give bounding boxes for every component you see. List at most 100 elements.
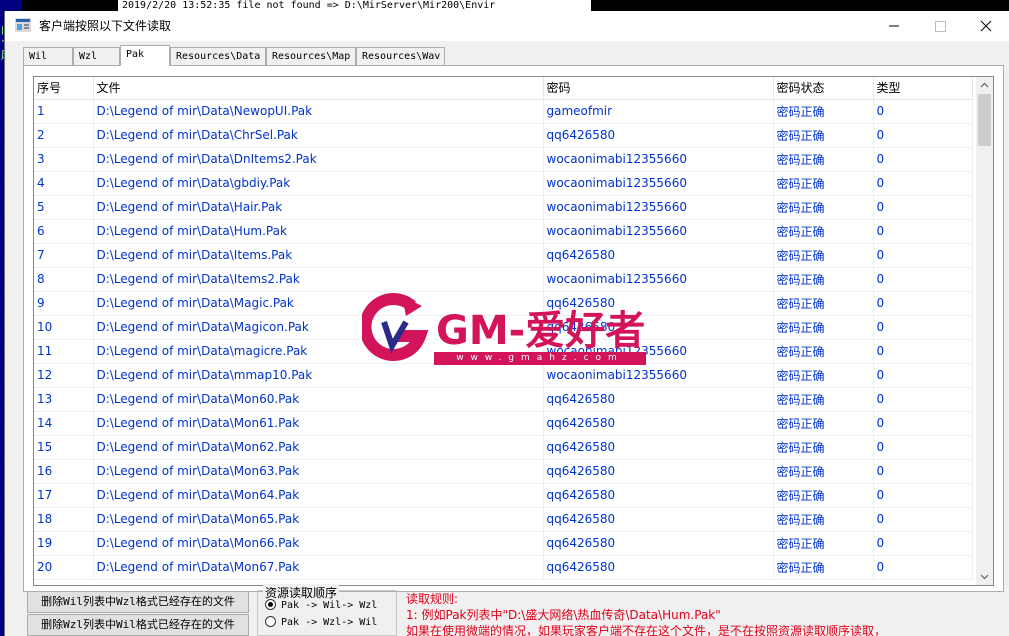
table-row[interactable]: 2 D:\Legend of mir\Data\ChrSel.Pak qq64265… bbox=[34, 123, 973, 148]
cell-password: qq6426580 bbox=[543, 435, 774, 460]
column-header-file[interactable]: 文件 bbox=[93, 77, 544, 100]
cell-index: 13 bbox=[34, 387, 94, 412]
cell-type: 0 bbox=[873, 243, 973, 268]
cell-file: D:\Legend of mir\Data\DnItems2.Pak bbox=[93, 147, 544, 172]
cell-password: qq6426580 bbox=[543, 507, 774, 532]
radio-label: Pak -> Wil-> Wzl bbox=[281, 600, 378, 611]
cell-file: D:\Legend of mir\Data\Items2.Pak bbox=[93, 267, 544, 292]
column-header-password[interactable]: 密码 bbox=[543, 77, 774, 100]
table-row[interactable]: 5 D:\Legend of mir\Data\Hair.Pak wocaonima… bbox=[34, 195, 973, 220]
cell-type: 0 bbox=[873, 555, 973, 580]
watermark-logo-icon bbox=[359, 293, 429, 361]
close-icon bbox=[980, 20, 992, 32]
column-header-type[interactable]: 类型 bbox=[873, 77, 973, 100]
cell-index: 5 bbox=[34, 195, 94, 220]
file-read-window: 客户端按照以下文件读取 Wil Wzl Pak Resources\Data R… bbox=[4, 11, 1009, 636]
cell-type: 0 bbox=[873, 363, 973, 388]
minimize-button[interactable] bbox=[871, 11, 917, 41]
cell-index: 8 bbox=[34, 267, 94, 292]
cell-password: qq6426580 bbox=[543, 411, 774, 436]
title-bar[interactable]: 客户端按照以下文件读取 bbox=[5, 11, 1009, 41]
cell-password-status: 密码正确 bbox=[773, 507, 874, 532]
cell-file: D:\Legend of mir\Data\Mon66.Pak bbox=[93, 531, 544, 556]
cell-password: qq6426580 bbox=[543, 387, 774, 412]
cell-index: 6 bbox=[34, 219, 94, 244]
cell-password: wocaonimabi12355660 bbox=[543, 171, 774, 196]
table-row[interactable]: 14 D:\Legend of mir\Data\Mon61.Pak qq64265… bbox=[34, 411, 973, 436]
delete-wil-duplicates-button[interactable]: 删除Wil列表中Wzl格式已经存在的文件 bbox=[27, 591, 249, 613]
cell-file: D:\Legend of mir\Data\Mon62.Pak bbox=[93, 435, 544, 460]
table-row[interactable]: 20 D:\Legend of mir\Data\Mon67.Pak qq64265… bbox=[34, 555, 973, 580]
cell-type: 0 bbox=[873, 507, 973, 532]
cell-type: 0 bbox=[873, 195, 973, 220]
cell-password: qq6426580 bbox=[543, 531, 774, 556]
cell-index: 17 bbox=[34, 483, 94, 508]
cell-password-status: 密码正确 bbox=[773, 411, 874, 436]
radio-pak-wil-wzl[interactable]: Pak -> Wil-> Wzl bbox=[265, 599, 377, 613]
table-row[interactable]: 19 D:\Legend of mir\Data\Mon66.Pak qq64265… bbox=[34, 531, 973, 556]
tab-wil[interactable]: Wil bbox=[23, 47, 73, 66]
table-row[interactable]: 18 D:\Legend of mir\Data\Mon65.Pak qq64265… bbox=[34, 507, 973, 532]
cell-password: qq6426580 bbox=[543, 459, 774, 484]
tab-pak[interactable]: Pak bbox=[120, 45, 170, 66]
tab-resources-data[interactable]: Resources\Data bbox=[170, 47, 266, 66]
vertical-scrollbar[interactable] bbox=[976, 77, 993, 585]
cell-index: 4 bbox=[34, 171, 94, 196]
tab-resources-wav[interactable]: Resources\Wav bbox=[356, 47, 445, 66]
column-header-index[interactable]: 序号 bbox=[34, 77, 94, 100]
scroll-up-icon[interactable] bbox=[976, 77, 993, 94]
tab-resources-map[interactable]: Resources\Map bbox=[266, 47, 356, 66]
cell-password-status: 密码正确 bbox=[773, 555, 874, 580]
cell-type: 0 bbox=[873, 291, 973, 316]
radio-label: Pak -> Wzl-> Wil bbox=[281, 617, 378, 628]
table-row[interactable]: 8 D:\Legend of mir\Data\Items2.Pak wocaoni… bbox=[34, 267, 973, 292]
cell-file: D:\Legend of mir\Data\Mon61.Pak bbox=[93, 411, 544, 436]
cell-file: D:\Legend of mir\Data\Mon63.Pak bbox=[93, 459, 544, 484]
cell-index: 19 bbox=[34, 531, 94, 556]
cell-file: D:\Legend of mir\Data\Mon60.Pak bbox=[93, 387, 544, 412]
table-row[interactable]: 13 D:\Legend of mir\Data\Mon60.Pak qq64265… bbox=[34, 387, 973, 412]
column-header-password-status[interactable]: 密码状态 bbox=[773, 77, 874, 100]
cell-password-status: 密码正确 bbox=[773, 291, 874, 316]
cell-password-status: 密码正确 bbox=[773, 171, 874, 196]
radio-pak-wzl-wil[interactable]: Pak -> Wzl-> Wil bbox=[265, 616, 377, 630]
scrollbar-thumb[interactable] bbox=[978, 94, 991, 146]
cell-index: 2 bbox=[34, 123, 94, 148]
tab-wzl[interactable]: Wzl bbox=[73, 47, 120, 66]
cell-type: 0 bbox=[873, 171, 973, 196]
cell-index: 1 bbox=[34, 99, 94, 124]
table-row[interactable]: 17 D:\Legend of mir\Data\Mon64.Pak qq64265… bbox=[34, 483, 973, 508]
cell-type: 0 bbox=[873, 99, 973, 124]
cell-password: wocaonimabi12355660 bbox=[543, 147, 774, 172]
cell-password-status: 密码正确 bbox=[773, 435, 874, 460]
watermark-url: www.gmahz.com bbox=[434, 352, 646, 365]
cell-type: 0 bbox=[873, 219, 973, 244]
delete-wzl-duplicates-button[interactable]: 删除Wzl列表中Wil格式已经存在的文件 bbox=[27, 614, 249, 636]
cell-password-status: 密码正确 bbox=[773, 195, 874, 220]
table-row[interactable]: 1 D:\Legend of mir\Data\NewopUI.Pak gameof… bbox=[34, 99, 973, 124]
scroll-down-icon[interactable] bbox=[976, 568, 993, 585]
radio-unselected-icon[interactable] bbox=[265, 616, 276, 627]
cell-password-status: 密码正确 bbox=[773, 387, 874, 412]
cell-type: 0 bbox=[873, 531, 973, 556]
maximize-button[interactable] bbox=[917, 11, 963, 41]
cell-file: D:\Legend of mir\Data\Items.Pak bbox=[93, 243, 544, 268]
radio-selected-icon[interactable] bbox=[265, 599, 276, 610]
close-button[interactable] bbox=[963, 11, 1009, 41]
cell-password-status: 密码正确 bbox=[773, 363, 874, 388]
cell-type: 0 bbox=[873, 123, 973, 148]
table-row[interactable]: 3 D:\Legend of mir\Data\DnItems2.Pak wocao… bbox=[34, 147, 973, 172]
table-row[interactable]: 6 D:\Legend of mir\Data\Hum.Pak wocaonimab… bbox=[34, 219, 973, 244]
cell-index: 11 bbox=[34, 339, 94, 364]
cell-file: D:\Legend of mir\Data\Mon64.Pak bbox=[93, 483, 544, 508]
table-row[interactable]: 4 D:\Legend of mir\Data\gbdiy.Pak wocaonim… bbox=[34, 171, 973, 196]
tab-panel-pak: 序号 文件 密码 密码状态 类型 1 D:\Legend of mir\Data\… bbox=[23, 65, 1004, 592]
table-row[interactable]: 16 D:\Legend of mir\Data\Mon63.Pak qq64265… bbox=[34, 459, 973, 484]
cell-file: D:\Legend of mir\Data\ChrSel.Pak bbox=[93, 123, 544, 148]
cell-password: qq6426580 bbox=[543, 483, 774, 508]
cell-index: 16 bbox=[34, 459, 94, 484]
table-row[interactable]: 7 D:\Legend of mir\Data\Items.Pak qq642658… bbox=[34, 243, 973, 268]
minimize-icon bbox=[889, 25, 899, 27]
cell-type: 0 bbox=[873, 411, 973, 436]
table-row[interactable]: 15 D:\Legend of mir\Data\Mon62.Pak qq64265… bbox=[34, 435, 973, 460]
